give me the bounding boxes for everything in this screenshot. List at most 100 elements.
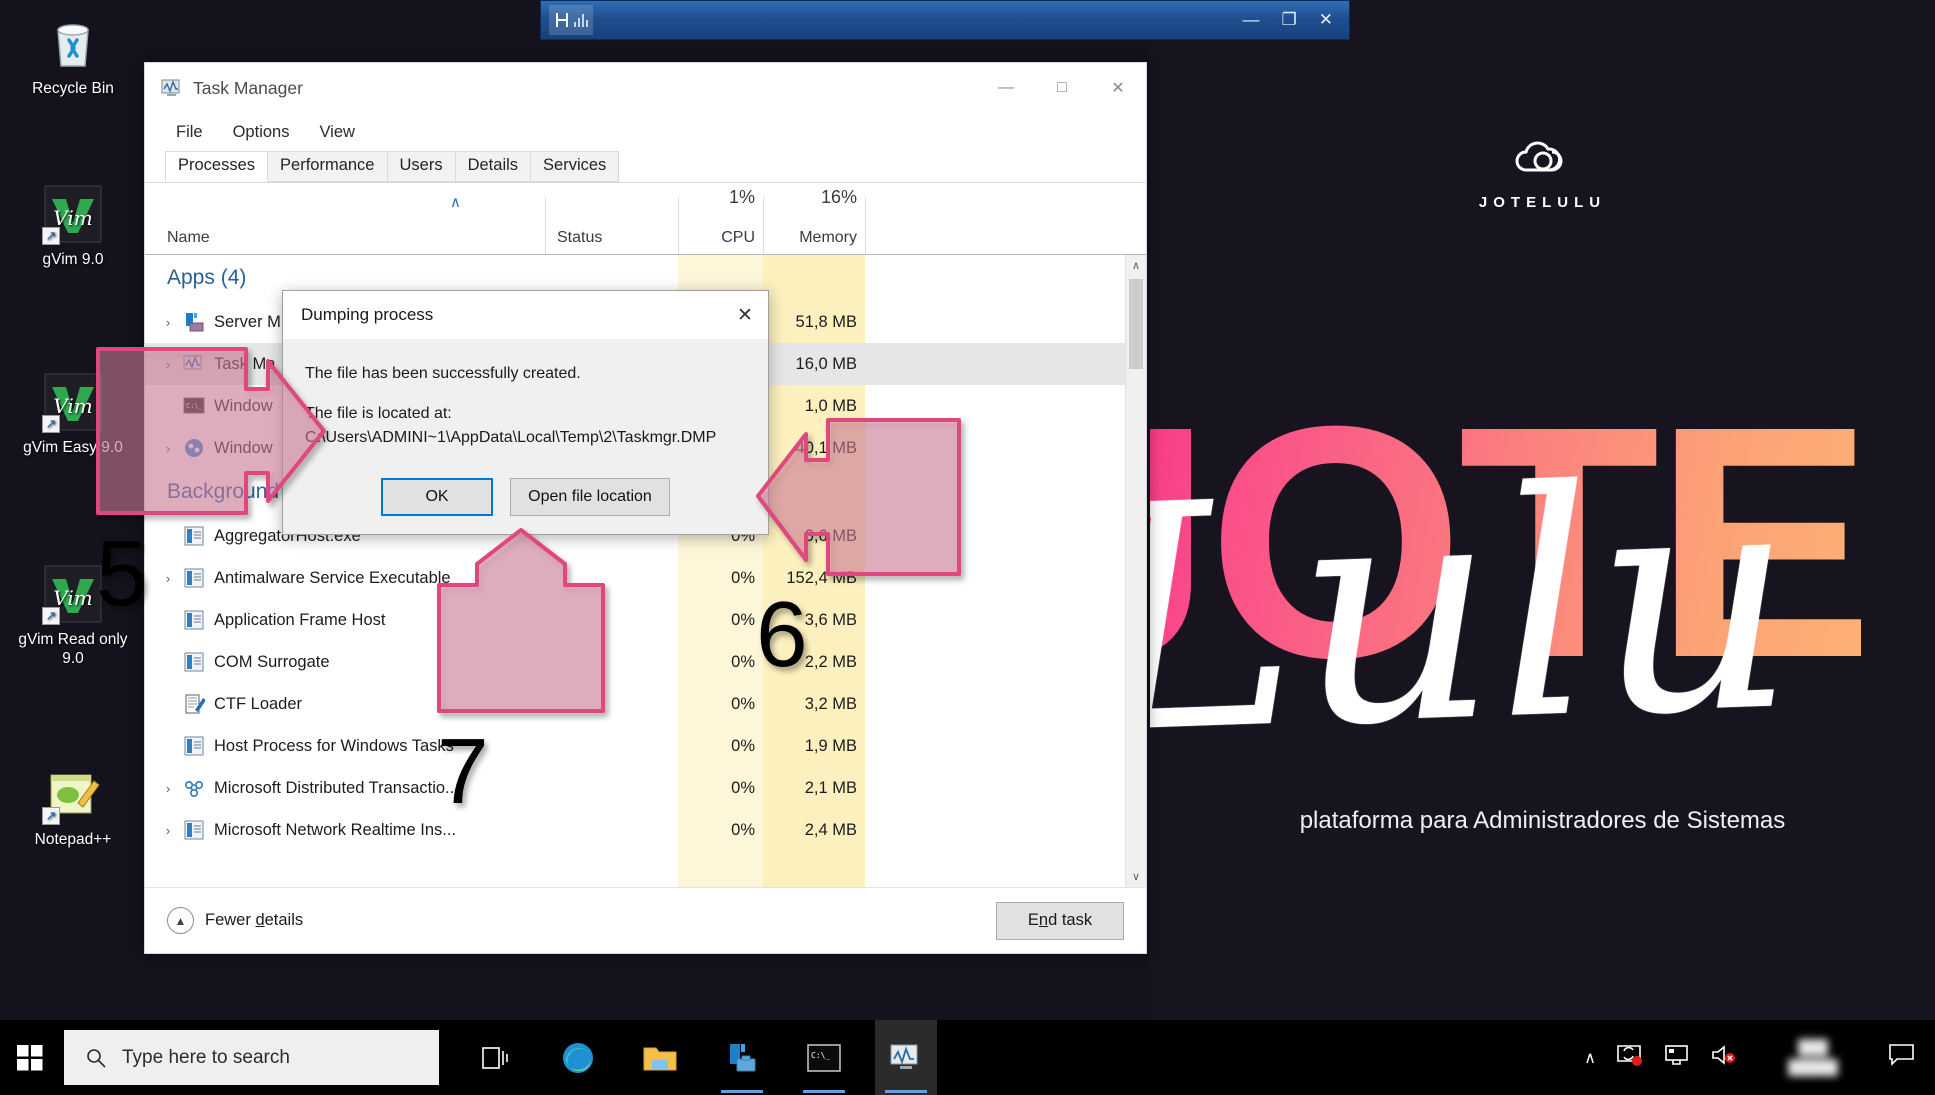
expand-chevron-icon[interactable]: › — [157, 781, 179, 796]
expand-chevron-icon[interactable]: › — [157, 823, 179, 838]
table-row[interactable]: CTF Loader 0% 3,2 MB — [145, 683, 1146, 725]
task-manager-minimize-button[interactable]: — — [978, 63, 1034, 113]
process-memory: 2,1 MB — [804, 778, 857, 797]
menu-view[interactable]: View — [308, 119, 365, 146]
process-list-scrollbar[interactable]: ∧ ∨ — [1125, 255, 1146, 887]
desktop-icon-gvim[interactable]: Vim ↗ gVim 9.0 — [14, 185, 132, 269]
file-explorer-icon[interactable] — [629, 1020, 691, 1095]
desktop-icon-label: gVim 9.0 — [42, 251, 104, 268]
task-manager-tabs: Processes Performance Users Details Serv… — [145, 151, 1146, 183]
server-manager-icon — [186, 313, 204, 332]
background-window-minimize[interactable]: — — [1243, 10, 1260, 30]
background-window-buttons[interactable]: — ❐ ✕ — [1243, 10, 1350, 30]
task-manager-maximize-button[interactable]: □ — [1034, 63, 1090, 113]
end-task-button[interactable]: End task — [996, 901, 1124, 940]
task-manager-icon — [161, 79, 180, 96]
annotation-callout-7: 7 — [437, 528, 605, 823]
expand-chevron-icon[interactable]: › — [157, 315, 179, 330]
microsoft-edge-icon[interactable] — [547, 1020, 609, 1095]
table-row[interactable]: › Microsoft Distributed Transactio... 0%… — [145, 767, 1146, 809]
dialog-body: The file has been successfully created. … — [283, 339, 768, 447]
annotation-number-6: 6 — [756, 582, 808, 686]
network-sync-icon[interactable] — [1616, 1043, 1644, 1072]
dialog-buttons: OK Open file location — [283, 478, 768, 534]
task-manager-icon[interactable] — [875, 1020, 937, 1095]
jotelulu-logo-text: JOTELULU — [1478, 194, 1607, 211]
close-icon[interactable]: ✕ — [722, 291, 768, 339]
memory-total-usage: 16% — [820, 187, 857, 207]
task-manager-footer: ▲ Fewer details End task — [145, 887, 1146, 953]
background-window-restore[interactable]: ❐ — [1282, 10, 1297, 30]
process-memory: 1,0 MB — [804, 396, 857, 415]
running-indicator — [803, 1090, 845, 1093]
volume-muted-icon[interactable] — [1710, 1043, 1738, 1072]
taskbar: Type here to search C:\_ ∧ ███ █████ — [0, 1020, 1935, 1095]
start-button[interactable] — [0, 1020, 60, 1095]
wallpaper: JOTE Lulu JOTELULU plataforma para Admin… — [1150, 0, 1935, 1020]
process-cpu: 0% — [731, 736, 755, 755]
ctf-loader-icon — [185, 694, 205, 714]
annotation-callout-5: 5 — [96, 347, 326, 625]
taskbar-clock[interactable]: ███ █████ — [1758, 1038, 1868, 1077]
tab-processes[interactable]: Processes — [165, 151, 269, 182]
column-header-memory[interactable]: Memory — [763, 229, 857, 247]
desktop-icon-label: gVim Read only 9.0 — [18, 631, 128, 668]
tab-users[interactable]: Users — [386, 151, 456, 182]
shortcut-overlay-icon: ↗ — [42, 807, 60, 825]
background-window-close[interactable]: ✕ — [1319, 10, 1333, 30]
notification-icon[interactable] — [1888, 1043, 1915, 1072]
search-input[interactable]: Type here to search — [64, 1030, 439, 1085]
chevron-up-icon: ▲ — [167, 907, 194, 934]
column-header-cpu[interactable]: CPU — [678, 229, 755, 247]
command-prompt-icon[interactable]: C:\_ — [793, 1020, 855, 1095]
background-window-titlebar[interactable]: — ❐ ✕ — [540, 0, 1350, 40]
tab-services[interactable]: Services — [530, 151, 620, 182]
process-memory: 1,9 MB — [804, 736, 857, 755]
menu-file[interactable]: File — [165, 119, 214, 146]
server-manager-icon[interactable] — [711, 1020, 773, 1095]
task-view-icon[interactable] — [465, 1020, 527, 1095]
desktop-icon-label: Recycle Bin — [32, 80, 114, 97]
desktop-icon-notepadpp[interactable]: ↗ Notepad++ — [14, 765, 132, 849]
running-indicator — [885, 1090, 927, 1093]
tab-details[interactable]: Details — [454, 151, 532, 182]
process-memory: 16,0 MB — [795, 354, 857, 373]
table-row[interactable]: › Microsoft Network Realtime Ins... 0% 2… — [145, 809, 1146, 851]
annotation-callout-6: 6 — [756, 418, 961, 686]
dialog-titlebar[interactable]: Dumping process ✕ — [283, 291, 768, 339]
process-memory: 2,4 MB — [804, 820, 857, 839]
tab-performance[interactable]: Performance — [267, 151, 388, 182]
dialog-success-message: The file has been successfully created. — [305, 365, 581, 382]
svg-text:C:\_: C:\_ — [811, 1051, 830, 1060]
desktop-icon-label: Notepad++ — [34, 831, 112, 848]
msdtc-icon — [184, 781, 204, 798]
running-indicator — [721, 1090, 763, 1093]
cloud-logo-icon — [1515, 141, 1563, 172]
show-hidden-icons-button[interactable]: ∧ — [1584, 1048, 1596, 1068]
scrollbar-thumb[interactable] — [1129, 279, 1143, 369]
shortcut-overlay-icon: ↗ — [42, 227, 60, 245]
windows-logo-icon — [17, 1044, 43, 1070]
table-row[interactable]: Host Process for Windows Tasks 0% 1,9 MB — [145, 725, 1146, 767]
ok-button[interactable]: OK — [381, 478, 493, 516]
column-header-status[interactable]: Status — [557, 229, 602, 247]
scroll-up-arrow-icon[interactable]: ∧ — [1126, 255, 1146, 276]
notepadpp-icon: ↗ — [42, 765, 102, 825]
menu-options[interactable]: Options — [222, 119, 301, 146]
process-cpu: 0% — [731, 778, 755, 797]
background-window-icons — [549, 5, 593, 35]
end-task-label: End task — [1027, 911, 1093, 929]
task-manager-titlebar[interactable]: Task Manager — □ ✕ — [145, 63, 1146, 113]
fewer-details-button[interactable]: ▲ Fewer details — [167, 907, 303, 934]
process-memory: 51,8 MB — [795, 312, 857, 331]
task-manager-close-button[interactable]: ✕ — [1090, 63, 1146, 113]
column-header-name[interactable]: Name — [167, 229, 210, 247]
task-manager-window-buttons[interactable]: — □ ✕ — [978, 63, 1146, 113]
annotation-number-5: 5 — [96, 521, 148, 625]
dialog-location-label: The file is located at: — [305, 405, 452, 423]
open-file-location-button[interactable]: Open file location — [510, 478, 670, 516]
desktop-icon-recycle-bin[interactable]: Recycle Bin — [14, 14, 132, 98]
scroll-down-arrow-icon[interactable]: ∨ — [1126, 866, 1146, 887]
table-row[interactable]: COM Surrogate 0% 2,2 MB — [145, 641, 1146, 683]
remote-desktop-icon[interactable] — [1664, 1043, 1690, 1072]
